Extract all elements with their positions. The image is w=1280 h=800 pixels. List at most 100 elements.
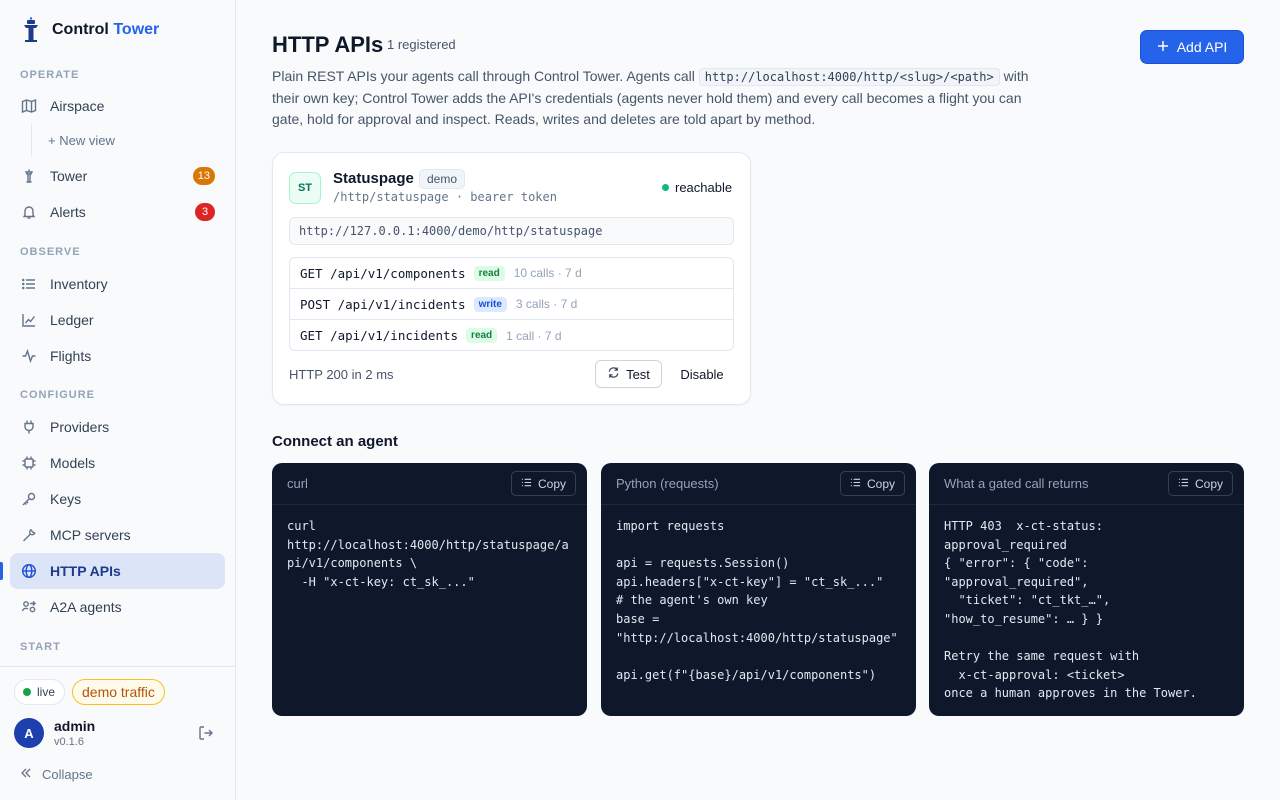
api-name: Statuspage: [333, 170, 414, 187]
avatar: A: [14, 718, 44, 748]
sidebar-item-models[interactable]: Models: [10, 445, 225, 481]
map-icon: [20, 97, 38, 115]
page-description: Plain REST APIs your agents call through…: [272, 68, 1029, 127]
disable-button[interactable]: Disable: [670, 360, 734, 388]
key-icon: [20, 490, 38, 508]
sidebar-item-label: Tower: [50, 168, 88, 184]
read-badge: read: [473, 265, 505, 281]
sidebar: Control Tower OPERATE Airspace + New vie…: [0, 0, 236, 800]
wrench-icon: [20, 526, 38, 544]
copy-button[interactable]: Copy: [510, 471, 576, 496]
test-result: HTTP 200 in 2 ms: [289, 367, 394, 382]
sidebar-item-label: Keys: [50, 491, 82, 507]
snippet-gated-response: What a gated call returns Copy HTTP 403 …: [929, 463, 1244, 716]
upstream-url[interactable]: http://127.0.0.1:4000/demo/http/statuspa…: [289, 217, 734, 245]
snippet-code: curl http://localhost:4000/http/statuspa…: [287, 519, 569, 589]
sidebar-item-alerts[interactable]: Alerts 3: [10, 194, 225, 230]
user-name: admin: [54, 718, 96, 734]
refresh-icon: [607, 366, 620, 382]
alerts-count-badge: 3: [195, 203, 215, 221]
live-dot-icon: [23, 688, 31, 696]
snippet-title: What a gated call returns: [944, 476, 1089, 491]
sidebar-item-label: MCP servers: [50, 527, 131, 543]
sidebar-item-label: A2A agents: [50, 599, 122, 615]
copy-icon: [1178, 477, 1189, 491]
sidebar-item-http-apis[interactable]: HTTP APIs: [10, 553, 225, 589]
globe-icon: [20, 562, 38, 580]
user-profile[interactable]: A admin v0.1.6: [14, 718, 95, 748]
plug-icon: [20, 418, 38, 436]
sidebar-item-airspace[interactable]: Airspace: [10, 88, 225, 124]
sidebar-item-label: Providers: [50, 419, 110, 435]
chart-line-icon: [20, 311, 38, 329]
demo-tag: demo: [419, 169, 466, 189]
sidebar-item-keys[interactable]: Keys: [10, 481, 225, 517]
connect-agent-heading: Connect an agent: [272, 433, 398, 450]
api-path: /http/statuspage · bearer token: [333, 190, 557, 204]
active-indicator: [0, 562, 3, 580]
logout-icon[interactable]: [197, 724, 215, 742]
section-observe: OBSERVE: [20, 246, 81, 258]
collapse-sidebar-button[interactable]: Collapse: [20, 767, 93, 782]
sidebar-item-label: Ledger: [50, 312, 94, 328]
list-icon: [20, 275, 38, 293]
api-logo: ST: [289, 172, 321, 204]
users-icon: [20, 598, 38, 616]
copy-icon: [850, 477, 861, 491]
section-configure: CONFIGURE: [20, 389, 95, 401]
route-row: GET /api/v1/incidents read 1 call · 7 d: [300, 328, 562, 343]
write-badge: write: [473, 296, 507, 312]
sidebar-item-label: Flights: [50, 348, 92, 364]
tower-count-badge: 13: [192, 167, 215, 185]
route-row: POST /api/v1/incidents write 3 calls · 7…: [290, 289, 733, 320]
sidebar-item-label: HTTP APIs: [50, 563, 121, 579]
section-start: START: [20, 641, 61, 653]
cpu-icon: [20, 454, 38, 472]
route-row: GET /api/v1/components read 10 calls · 7…: [290, 258, 733, 289]
demo-traffic-toggle[interactable]: demo traffic: [72, 679, 165, 705]
sidebar-item-label: Models: [50, 455, 96, 471]
add-api-button[interactable]: Add API: [1140, 30, 1244, 64]
bell-icon: [20, 203, 38, 221]
new-view-link[interactable]: + New view: [31, 124, 115, 156]
snippet-curl: curl Copy curl http://localhost:4000/htt…: [272, 463, 587, 716]
sidebar-item-label: Alerts: [50, 204, 86, 220]
snippet-code: HTTP 403 x-ct-status: approval_required …: [944, 519, 1197, 701]
app-version: v0.1.6: [54, 736, 84, 748]
main-content: HTTP APIs 1 registered Add API Plain RES…: [236, 0, 1280, 800]
gateway-url-pattern: http://localhost:4000/http/<slug>/<path>: [698, 68, 1000, 86]
status-dot-icon: [662, 184, 669, 191]
activity-icon: [20, 347, 38, 365]
copy-button[interactable]: Copy: [1167, 471, 1233, 496]
tower-icon: [20, 167, 38, 185]
snippet-python: Python (requests) Copy import requests a…: [601, 463, 916, 716]
plus-icon: [1157, 39, 1169, 55]
sidebar-item-ledger[interactable]: Ledger: [10, 302, 225, 338]
sidebar-item-flights[interactable]: Flights: [10, 338, 225, 374]
sidebar-item-tower[interactable]: Tower 13: [10, 158, 225, 194]
section-operate: OPERATE: [20, 69, 80, 81]
api-card-statuspage: ST Statuspage demo /http/statuspage · be…: [272, 152, 751, 405]
sidebar-item-mcp-servers[interactable]: MCP servers: [10, 517, 225, 553]
routes-list: GET /api/v1/components read 10 calls · 7…: [289, 257, 734, 351]
copy-icon: [521, 477, 532, 491]
live-status-pill: live: [14, 679, 66, 705]
sidebar-item-inventory[interactable]: Inventory: [10, 266, 225, 302]
brand[interactable]: Control Tower: [20, 17, 159, 43]
test-button[interactable]: Test: [595, 360, 662, 388]
reachability-status: reachable: [662, 180, 732, 195]
sidebar-item-label: Inventory: [50, 276, 108, 292]
snippet-title: Python (requests): [616, 476, 719, 491]
page-title: HTTP APIs: [272, 32, 384, 57]
snippet-code: import requests api = requests.Session()…: [616, 519, 898, 682]
registered-count: 1 registered: [387, 37, 456, 52]
app-title: Control Tower: [52, 21, 160, 38]
sidebar-item-providers[interactable]: Providers: [10, 409, 225, 445]
chevrons-left-icon: [20, 767, 32, 782]
control-tower-logo-icon: [20, 17, 42, 43]
read-badge: read: [466, 328, 498, 343]
sidebar-item-a2a-agents[interactable]: A2A agents: [10, 589, 225, 625]
sidebar-item-label: Airspace: [50, 98, 105, 114]
snippet-title: curl: [287, 476, 308, 491]
copy-button[interactable]: Copy: [839, 471, 905, 496]
